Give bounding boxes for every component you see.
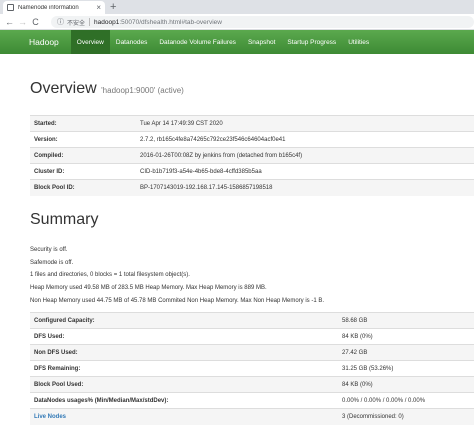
summary-table: Configured Capacity: 58.68 GB DFS Used: … [30,312,474,425]
hadoop-brand[interactable]: Hadoop [0,30,71,54]
nav-snapshot[interactable]: Snapshot [242,30,281,54]
non-heap-memory: Non Heap Memory used 44.75 MB of 45.78 M… [30,298,325,304]
row-value: 31.25 GB (53.26%) [338,360,474,377]
row-value: 58.68 GB [338,312,474,329]
nav-datanodes[interactable]: Datanodes [110,30,153,54]
nav-startup-progress[interactable]: Startup Progress [281,30,342,54]
table-row: Non DFS Used: 27.42 GB [30,344,474,361]
table-row: DFS Used: 84 KB (0%) [30,328,474,345]
table-row: Version: 2.7.2, rb165c4fe8a74265c792ce23… [30,131,474,148]
url-path: :50070/dfshealth.html#tab-overview [119,18,222,26]
table-row: DataNodes usages% (Min/Median/Max/stdDev… [30,392,474,409]
insecure-label: 不安全 [67,20,86,27]
row-value: 2.7.2, rb165c4fe8a74265c792ce23f546c6460… [136,131,474,148]
nav-utilities[interactable]: Utilities [342,30,375,54]
url-text[interactable]: hadoop1:50070/dfshealth.html#tab-overvie… [94,19,222,26]
row-key: DFS Used: [30,328,338,345]
nav-overview[interactable]: Overview [70,30,110,54]
forward-button[interactable]: → [16,16,29,28]
row-value: 84 KB (0%) [338,376,474,393]
row-value: BP-1707143019-192.168.17.145-15868571985… [136,179,474,196]
table-row: Started: Tue Apr 14 17:49:39 CST 2020 [30,115,474,132]
row-key: Block Pool ID: [30,179,136,196]
row-value: 3 (Decommissioned: 0) [338,408,474,425]
browser-tab-title: Namenode information [18,4,79,11]
table-row: Block Pool Used: 84 KB (0%) [30,376,474,393]
table-row: Configured Capacity: 58.68 GB [30,312,474,329]
row-key: Compiled: [30,147,136,164]
safemode-status: Safemode is off. [30,260,74,266]
row-key: Cluster ID: [30,163,136,180]
table-row: Cluster ID: CID-b1b719f3-a54e-4b65-bde8-… [30,163,474,180]
security-status: Security is off. [30,247,68,253]
overview-table: Started: Tue Apr 14 17:49:39 CST 2020 Ve… [30,115,474,196]
back-button[interactable]: ← [3,16,16,28]
table-row: Compiled: 2016-01-26T00:08Z by jenkins f… [30,147,474,164]
row-value: 0.00% / 0.00% / 0.00% / 0.00% [338,392,474,409]
browser-tab-strip: Namenode information × + [0,0,474,14]
page-favicon-icon [7,4,14,11]
new-tab-button[interactable]: + [110,1,116,13]
row-value: 84 KB (0%) [338,328,474,345]
overview-subtitle: 'hadoop1:9000' (active) [101,86,184,95]
info-icon[interactable]: ⓘ [57,17,64,27]
table-row: DFS Remaining: 31.25 GB (53.26%) [30,360,474,377]
overview-heading: Overview 'hadoop1:9000' (active) [30,80,184,98]
reload-button[interactable]: C [29,16,42,28]
browser-toolbar: ← → C ⓘ 不安全 hadoop1:50070/dfshealth.html… [0,14,474,30]
row-key: Block Pool Used: [30,376,338,393]
row-value: Tue Apr 14 17:49:39 CST 2020 [136,115,474,132]
summary-title: Summary [30,211,99,228]
row-key: Configured Capacity: [30,312,338,329]
row-value: CID-b1b719f3-a54e-4b65-bde8-4cffd385b5aa [136,163,474,180]
overview-title: Overview [30,80,97,97]
table-row: Live Nodes 3 (Decommissioned: 0) [30,408,474,425]
table-row: Block Pool ID: BP-1707143019-192.168.17.… [30,179,474,196]
row-value: 2016-01-26T00:08Z by jenkins from (detac… [136,147,474,164]
close-tab-icon[interactable]: × [96,3,101,12]
filesystem-objects: 1 files and directories, 0 blocks = 1 to… [30,272,190,278]
heap-memory: Heap Memory used 49.58 MB of 283.5 MB He… [30,285,267,291]
row-key: Started: [30,115,136,132]
nav-datanode-volume-failures[interactable]: Datanode Volume Failures [153,30,242,54]
address-divider [89,18,91,26]
live-nodes-link[interactable]: Live Nodes [34,414,66,420]
url-host: hadoop1 [94,18,120,26]
address-bar[interactable]: ⓘ 不安全 hadoop1:50070/dfshealth.html#tab-o… [51,16,474,28]
row-key: Non DFS Used: [30,344,338,361]
row-value: 27.42 GB [338,344,474,361]
row-key: DFS Remaining: [30,360,338,377]
browser-tab[interactable]: Namenode information × [3,1,105,14]
hadoop-navbar: Hadoop Overview Datanodes Datanode Volum… [0,30,474,54]
row-key: DataNodes usages% (Min/Median/Max/stdDev… [30,392,338,409]
row-key: Version: [30,131,136,148]
